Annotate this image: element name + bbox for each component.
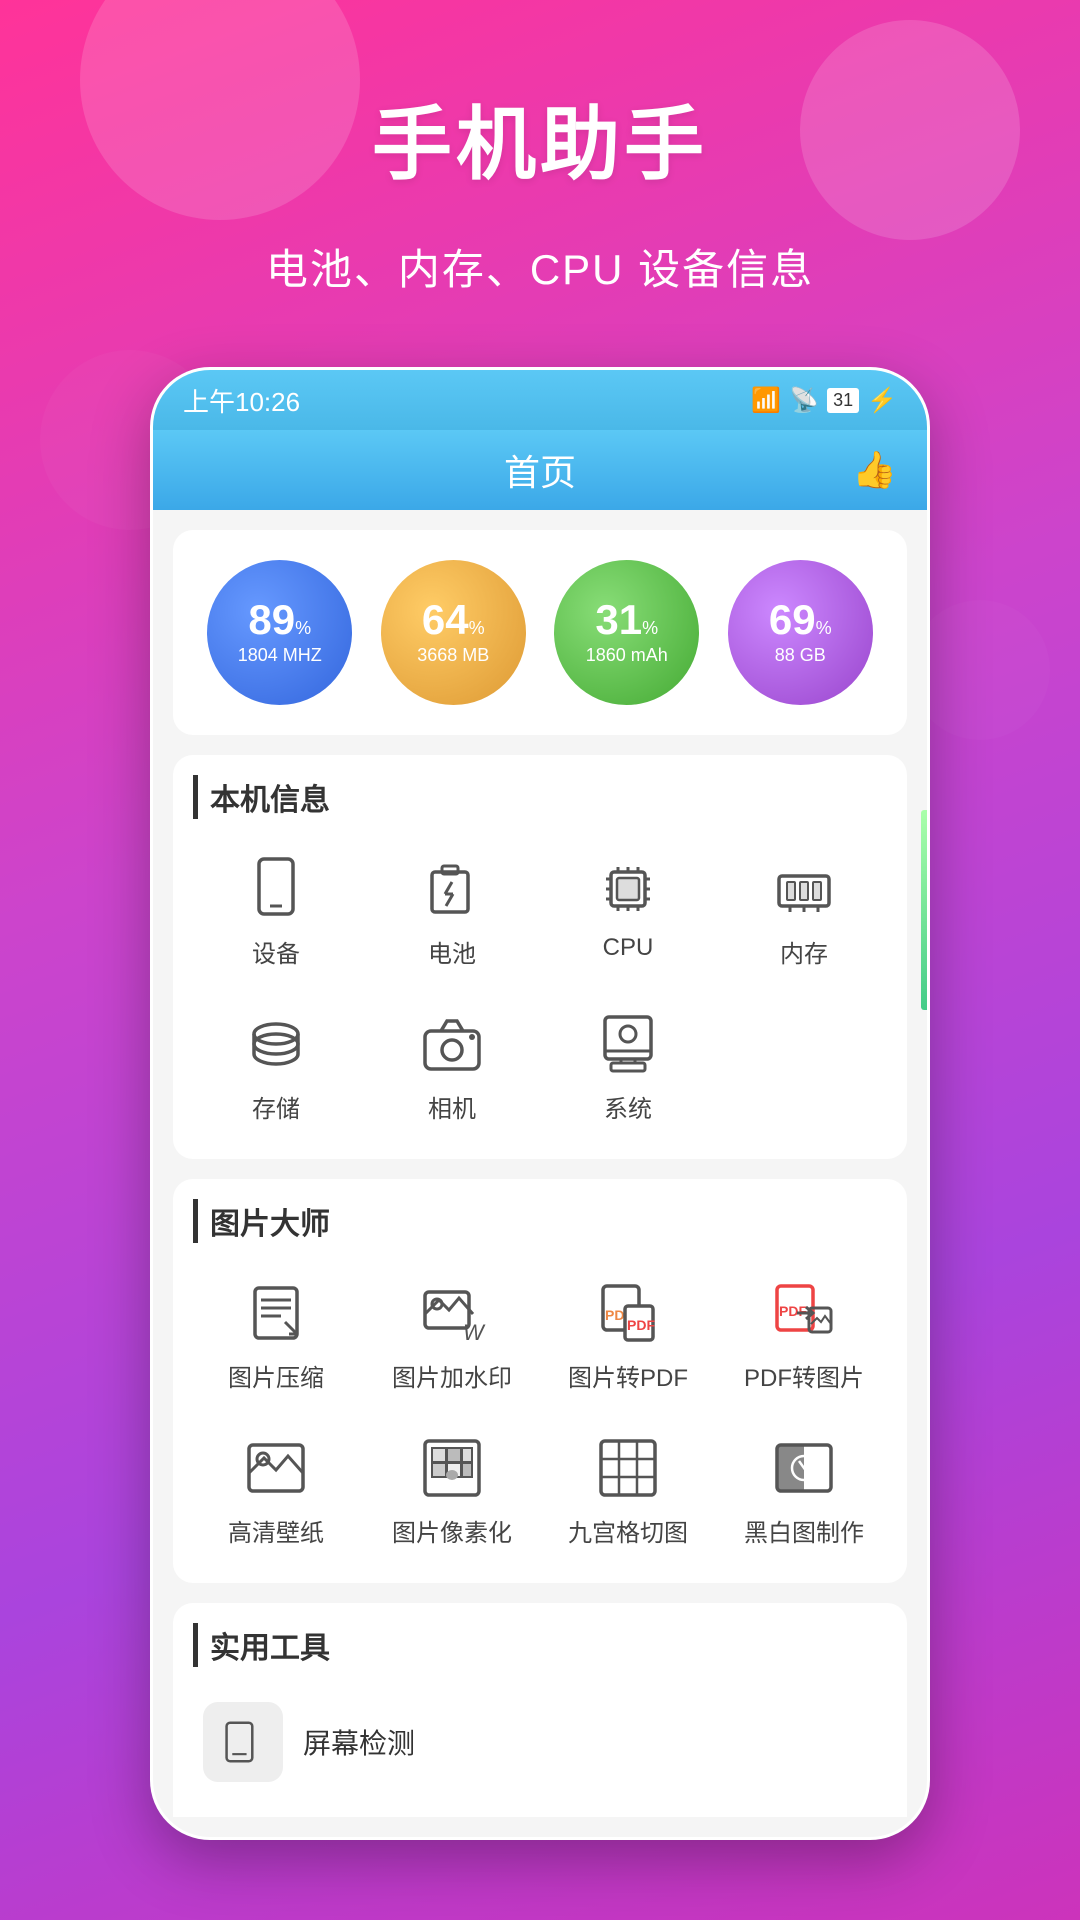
bw-art-label: 黑白图制作 [744,1513,864,1548]
battery-label: 电池 [428,934,476,969]
memory-value: 64 [422,599,469,641]
pixelate-item[interactable]: 图片像素化 [369,1418,535,1563]
wallpaper-item[interactable]: 高清壁纸 [193,1418,359,1563]
img-to-pdf-label: 图片转PDF [568,1358,688,1393]
storage-item[interactable]: 存储 [193,994,359,1139]
image-master-section: 图片大师 图片压缩 [173,1179,907,1583]
battery-value: 31 [595,599,642,641]
battery-stat-circle[interactable]: 31 % 1860 mAh [554,560,699,705]
grid-cut-label: 九宫格切图 [568,1513,688,1548]
charging-icon: ⚡ [867,386,897,415]
cpu-item[interactable]: CPU [545,839,711,984]
status-bar: 上午10:26 📶 📡 31 ⚡ [153,370,927,430]
pdf-to-img-label: PDF转图片 [744,1358,864,1393]
battery-item[interactable]: 电池 [369,839,535,984]
side-stripe [921,810,927,1010]
pdf2img-icon: PDF [769,1278,839,1348]
grid-icon [593,1433,663,1503]
pixelate-icon [417,1433,487,1503]
memory-sub: 3668 MB [417,645,489,666]
tools-title: 实用工具 [193,1623,887,1667]
device-info-grid: 设备 电池 [193,839,887,984]
bw-icon [769,1433,839,1503]
svg-text:PDF: PDF [779,1303,807,1319]
nav-bar: 首页 👍 [153,430,927,510]
storage-unit: % [816,618,832,639]
status-icons: 📶 📡 31 ⚡ [751,386,897,415]
img-compress-label: 图片压缩 [228,1358,324,1393]
storage-icon [241,1009,311,1079]
cpu-label: CPU [603,934,654,962]
battery-indicator: 31 [827,388,859,413]
cpu-sub: 1804 MHZ [238,645,322,666]
device-info-title: 本机信息 [193,775,887,819]
cpu-unit: % [295,618,311,639]
memory-label: 内存 [780,934,828,969]
app-title: 手机助手 [0,80,1080,196]
image-master-grid-1: 图片压缩 W 图片加水印 PDF [193,1263,887,1408]
device-item[interactable]: 设备 [193,839,359,984]
device-label: 设备 [252,934,300,969]
svg-text:PDF: PDF [627,1317,655,1333]
memory-item[interactable]: 内存 [721,839,887,984]
battery-unit: % [642,618,658,639]
cpu-value: 89 [248,599,295,641]
camera-label: 相机 [428,1089,476,1124]
screen-check-label: 屏幕检测 [303,1722,415,1762]
stats-row: 89 % 1804 MHZ 64 % 3668 MB 31 % 1860 mAh [173,530,907,735]
signal-icon: 📶 [751,386,781,415]
device-info-section: 本机信息 设备 [173,755,907,1159]
system-label: 系统 [604,1089,652,1124]
wifi-icon: 📡 [789,386,819,415]
battery-icon [417,854,487,924]
img2pdf-icon: PDF PDF [593,1278,663,1348]
wallpaper-icon [241,1433,311,1503]
camera-item[interactable]: 相机 [369,994,535,1139]
screen-check-item[interactable]: 屏幕检测 [193,1687,887,1797]
tools-section: 实用工具 屏幕检测 [173,1603,907,1817]
screen-check-icon [203,1702,283,1782]
system-icon [593,1009,663,1079]
device-icon [241,854,311,924]
compress-icon [241,1278,311,1348]
wallpaper-label: 高清壁纸 [228,1513,324,1548]
storage-sub: 88 GB [775,645,826,666]
image-master-grid-2: 高清壁纸 图片像素化 [193,1418,887,1563]
pdf-to-img-item[interactable]: PDF PDF转图片 [721,1263,887,1408]
img-compress-item[interactable]: 图片压缩 [193,1263,359,1408]
img-watermark-item[interactable]: W 图片加水印 [369,1263,535,1408]
screen-icon [218,1717,268,1767]
cpu-stat-circle[interactable]: 89 % 1804 MHZ [207,560,352,705]
content-area: 89 % 1804 MHZ 64 % 3668 MB 31 % 1860 mAh [153,510,927,1837]
svg-text:W: W [463,1320,486,1345]
storage-stat-circle[interactable]: 69 % 88 GB [728,560,873,705]
header-area: 手机助手 电池、内存、CPU 设备信息 [0,0,1080,327]
img-watermark-label: 图片加水印 [392,1358,512,1393]
img-to-pdf-item[interactable]: PDF PDF 图片转PDF [545,1263,711,1408]
watermark-icon: W [417,1278,487,1348]
image-master-title: 图片大师 [193,1199,887,1243]
system-item[interactable]: 系统 [545,994,711,1139]
battery-sub: 1860 mAh [586,645,668,666]
storage-value: 69 [769,599,816,641]
memory-stat-circle[interactable]: 64 % 3668 MB [381,560,526,705]
status-time: 上午10:26 [183,382,300,419]
like-button[interactable]: 👍 [852,449,897,491]
memory-icon [769,854,839,924]
bw-art-item[interactable]: 黑白图制作 [721,1418,887,1563]
grid-cut-item[interactable]: 九宫格切图 [545,1418,711,1563]
app-subtitle: 电池、内存、CPU 设备信息 [0,236,1080,297]
nav-title: 首页 [504,444,576,496]
phone-mockup: 上午10:26 📶 📡 31 ⚡ 首页 👍 89 % 1804 MHZ 64 [150,367,930,1840]
pixelate-label: 图片像素化 [392,1513,512,1548]
memory-unit: % [469,618,485,639]
camera-icon [417,1009,487,1079]
storage-label: 存储 [252,1089,300,1124]
cpu-icon [593,854,663,924]
